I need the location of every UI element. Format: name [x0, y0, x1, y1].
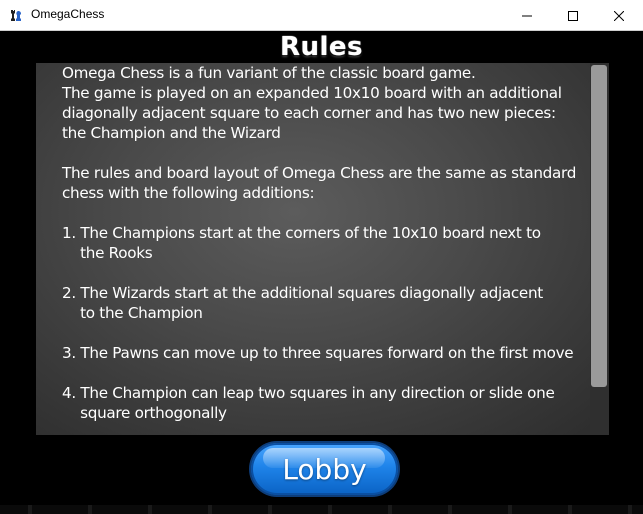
minimize-button[interactable]: [504, 0, 550, 31]
maximize-icon: [568, 10, 578, 21]
paragraph-line: The rules and board layout of Omega Ches…: [62, 164, 577, 182]
lobby-button[interactable]: Lobby: [251, 443, 398, 495]
maximize-button[interactable]: [550, 0, 596, 31]
intro-line: Omega Chess is a fun variant of the clas…: [62, 64, 476, 82]
rule-item-1-cont: the Rooks: [62, 244, 153, 262]
paragraph-line: chess with the following additions:: [62, 184, 315, 202]
rules-scrollbar[interactable]: [590, 63, 609, 435]
bottom-decoration: [0, 505, 643, 514]
intro-line: diagonally adjacent square to each corne…: [62, 104, 556, 122]
window-title: OmegaChess: [31, 7, 105, 21]
rule-item-4: 4. The Champion can leap two squares in …: [62, 384, 555, 402]
rule-item-2: 2. The Wizards start at the additional s…: [62, 284, 543, 302]
intro-line: The game is played on an expanded 10x10 …: [62, 84, 562, 102]
rule-item-2-cont: to the Champion: [62, 304, 203, 322]
lobby-button-label: Lobby: [282, 452, 367, 486]
close-button[interactable]: [596, 0, 642, 31]
window-title-bar: OmegaChess: [0, 0, 643, 31]
intro-line: the Champion and the Wizard: [62, 124, 281, 142]
close-icon: [614, 10, 624, 21]
rule-item-1: 1. The Champions start at the corners of…: [62, 224, 541, 242]
minimize-icon: [522, 15, 532, 16]
rules-text: Omega Chess is a fun variant of the clas…: [62, 63, 582, 423]
page-title: Rules: [279, 32, 364, 62]
scrollbar-thumb[interactable]: [591, 65, 607, 387]
rule-item-3: 3. The Pawns can move up to three square…: [62, 344, 574, 362]
rule-item-4-cont: square orthogonally: [62, 404, 227, 422]
chess-pieces-icon: [11, 10, 21, 21]
rules-panel[interactable]: Omega Chess is a fun variant of the clas…: [36, 63, 609, 435]
